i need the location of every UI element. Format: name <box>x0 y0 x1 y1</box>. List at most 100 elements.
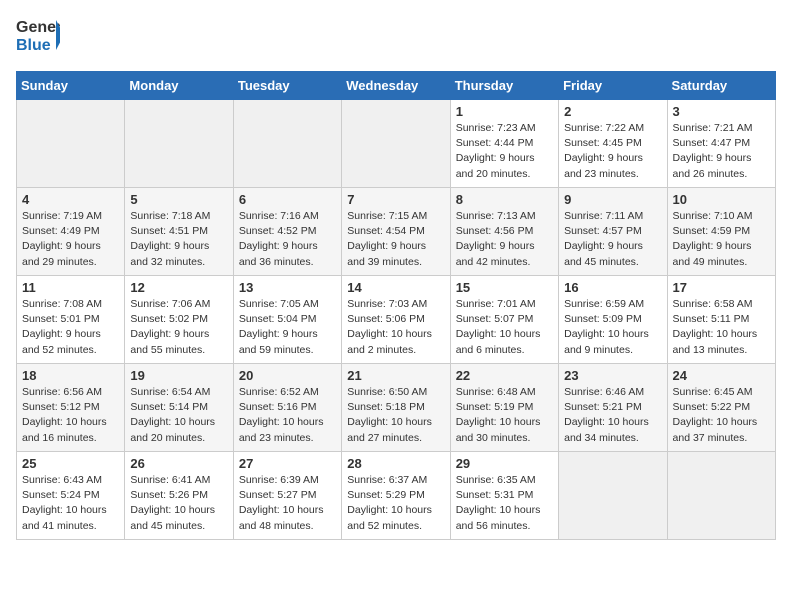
day-info: Sunrise: 6:35 AM Sunset: 5:31 PM Dayligh… <box>456 473 553 534</box>
calendar-cell: 10 Sunrise: 7:10 AM Sunset: 4:59 PM Dayli… <box>667 188 775 276</box>
day-number: 25 <box>22 456 119 471</box>
day-number: 20 <box>239 368 336 383</box>
calendar-table: SundayMondayTuesdayWednesdayThursdayFrid… <box>16 71 776 540</box>
day-number: 3 <box>673 104 770 119</box>
day-number: 26 <box>130 456 227 471</box>
day-info: Sunrise: 6:59 AM Sunset: 5:09 PM Dayligh… <box>564 297 661 358</box>
calendar-cell: 20 Sunrise: 6:52 AM Sunset: 5:16 PM Dayli… <box>233 364 341 452</box>
calendar-cell: 29Sunrise: 6:35 AM Sunset: 5:31 PM Dayli… <box>450 452 558 540</box>
day-info: Sunrise: 6:54 AM Sunset: 5:14 PM Dayligh… <box>130 385 227 446</box>
calendar-cell <box>559 452 667 540</box>
day-number: 5 <box>130 192 227 207</box>
day-info: Sunrise: 7:10 AM Sunset: 4:59 PM Dayligh… <box>673 209 770 270</box>
day-info: Sunrise: 7:23 AM Sunset: 4:44 PM Dayligh… <box>456 121 553 182</box>
weekday-header-friday: Friday <box>559 72 667 100</box>
day-number: 18 <box>22 368 119 383</box>
day-number: 28 <box>347 456 444 471</box>
weekday-header-monday: Monday <box>125 72 233 100</box>
day-number: 13 <box>239 280 336 295</box>
calendar-cell <box>17 100 125 188</box>
weekday-header-wednesday: Wednesday <box>342 72 450 100</box>
day-info: Sunrise: 6:56 AM Sunset: 5:12 PM Dayligh… <box>22 385 119 446</box>
calendar-cell: 4 Sunrise: 7:19 AM Sunset: 4:49 PM Daylig… <box>17 188 125 276</box>
weekday-header-sunday: Sunday <box>17 72 125 100</box>
day-info: Sunrise: 6:50 AM Sunset: 5:18 PM Dayligh… <box>347 385 444 446</box>
calendar-cell: 12 Sunrise: 7:06 AM Sunset: 5:02 PM Dayli… <box>125 276 233 364</box>
calendar-cell: 9Sunrise: 7:11 AM Sunset: 4:57 PM Daylig… <box>559 188 667 276</box>
calendar-cell: 1Sunrise: 7:23 AM Sunset: 4:44 PM Daylig… <box>450 100 558 188</box>
calendar-cell: 22 Sunrise: 6:48 AM Sunset: 5:19 PM Dayli… <box>450 364 558 452</box>
day-info: Sunrise: 7:19 AM Sunset: 4:49 PM Dayligh… <box>22 209 119 270</box>
day-number: 19 <box>130 368 227 383</box>
calendar-cell: 26 Sunrise: 6:41 AM Sunset: 5:26 PM Dayli… <box>125 452 233 540</box>
day-info: Sunrise: 7:05 AM Sunset: 5:04 PM Dayligh… <box>239 297 336 358</box>
day-info: Sunrise: 7:13 AM Sunset: 4:56 PM Dayligh… <box>456 209 553 270</box>
day-number: 27 <box>239 456 336 471</box>
day-info: Sunrise: 7:08 AM Sunset: 5:01 PM Dayligh… <box>22 297 119 358</box>
day-info: Sunrise: 6:43 AM Sunset: 5:24 PM Dayligh… <box>22 473 119 534</box>
calendar-cell: 24 Sunrise: 6:45 AM Sunset: 5:22 PM Dayli… <box>667 364 775 452</box>
calendar-cell: 19 Sunrise: 6:54 AM Sunset: 5:14 PM Dayli… <box>125 364 233 452</box>
week-row-5: 25 Sunrise: 6:43 AM Sunset: 5:24 PM Dayli… <box>17 452 776 540</box>
day-number: 2 <box>564 104 661 119</box>
weekday-header-tuesday: Tuesday <box>233 72 341 100</box>
week-row-2: 4 Sunrise: 7:19 AM Sunset: 4:49 PM Daylig… <box>17 188 776 276</box>
day-info: Sunrise: 7:16 AM Sunset: 4:52 PM Dayligh… <box>239 209 336 270</box>
week-row-1: 1Sunrise: 7:23 AM Sunset: 4:44 PM Daylig… <box>17 100 776 188</box>
day-info: Sunrise: 7:22 AM Sunset: 4:45 PM Dayligh… <box>564 121 661 182</box>
calendar-cell: 21Sunrise: 6:50 AM Sunset: 5:18 PM Dayli… <box>342 364 450 452</box>
page-header: General Blue <box>16 16 776 59</box>
calendar-cell: 27Sunrise: 6:39 AM Sunset: 5:27 PM Dayli… <box>233 452 341 540</box>
day-info: Sunrise: 7:06 AM Sunset: 5:02 PM Dayligh… <box>130 297 227 358</box>
calendar-cell: 15 Sunrise: 7:01 AM Sunset: 5:07 PM Dayli… <box>450 276 558 364</box>
day-number: 9 <box>564 192 661 207</box>
svg-text:Blue: Blue <box>16 37 51 54</box>
logo-icon: General Blue <box>16 16 60 59</box>
day-number: 7 <box>347 192 444 207</box>
calendar-cell <box>342 100 450 188</box>
day-number: 22 <box>456 368 553 383</box>
day-number: 4 <box>22 192 119 207</box>
week-row-4: 18 Sunrise: 6:56 AM Sunset: 5:12 PM Dayli… <box>17 364 776 452</box>
day-number: 11 <box>22 280 119 295</box>
day-number: 15 <box>456 280 553 295</box>
day-info: Sunrise: 6:45 AM Sunset: 5:22 PM Dayligh… <box>673 385 770 446</box>
week-row-3: 11 Sunrise: 7:08 AM Sunset: 5:01 PM Dayli… <box>17 276 776 364</box>
day-number: 8 <box>456 192 553 207</box>
calendar-cell: 23 Sunrise: 6:46 AM Sunset: 5:21 PM Dayli… <box>559 364 667 452</box>
calendar-cell <box>667 452 775 540</box>
calendar-cell: 3 Sunrise: 7:21 AM Sunset: 4:47 PM Daylig… <box>667 100 775 188</box>
day-info: Sunrise: 7:21 AM Sunset: 4:47 PM Dayligh… <box>673 121 770 182</box>
calendar-cell: 14 Sunrise: 7:03 AM Sunset: 5:06 PM Dayli… <box>342 276 450 364</box>
day-number: 14 <box>347 280 444 295</box>
weekday-header-thursday: Thursday <box>450 72 558 100</box>
calendar-cell: 18 Sunrise: 6:56 AM Sunset: 5:12 PM Dayli… <box>17 364 125 452</box>
calendar-cell: 2 Sunrise: 7:22 AM Sunset: 4:45 PM Daylig… <box>559 100 667 188</box>
calendar-cell: 8 Sunrise: 7:13 AM Sunset: 4:56 PM Daylig… <box>450 188 558 276</box>
calendar-cell: 28Sunrise: 6:37 AM Sunset: 5:29 PM Dayli… <box>342 452 450 540</box>
day-number: 10 <box>673 192 770 207</box>
day-info: Sunrise: 6:52 AM Sunset: 5:16 PM Dayligh… <box>239 385 336 446</box>
day-number: 23 <box>564 368 661 383</box>
day-info: Sunrise: 7:15 AM Sunset: 4:54 PM Dayligh… <box>347 209 444 270</box>
day-info: Sunrise: 6:58 AM Sunset: 5:11 PM Dayligh… <box>673 297 770 358</box>
day-number: 16 <box>564 280 661 295</box>
day-info: Sunrise: 6:41 AM Sunset: 5:26 PM Dayligh… <box>130 473 227 534</box>
day-info: Sunrise: 6:48 AM Sunset: 5:19 PM Dayligh… <box>456 385 553 446</box>
calendar-cell: 13 Sunrise: 7:05 AM Sunset: 5:04 PM Dayli… <box>233 276 341 364</box>
calendar-cell: 11 Sunrise: 7:08 AM Sunset: 5:01 PM Dayli… <box>17 276 125 364</box>
day-info: Sunrise: 7:03 AM Sunset: 5:06 PM Dayligh… <box>347 297 444 358</box>
logo: General Blue <box>16 16 64 59</box>
day-info: Sunrise: 6:46 AM Sunset: 5:21 PM Dayligh… <box>564 385 661 446</box>
day-number: 6 <box>239 192 336 207</box>
day-number: 12 <box>130 280 227 295</box>
calendar-cell: 6 Sunrise: 7:16 AM Sunset: 4:52 PM Daylig… <box>233 188 341 276</box>
calendar-cell <box>233 100 341 188</box>
svg-text:General: General <box>16 19 60 36</box>
day-number: 17 <box>673 280 770 295</box>
day-info: Sunrise: 7:01 AM Sunset: 5:07 PM Dayligh… <box>456 297 553 358</box>
day-number: 24 <box>673 368 770 383</box>
calendar-cell: 25 Sunrise: 6:43 AM Sunset: 5:24 PM Dayli… <box>17 452 125 540</box>
calendar-cell: 16 Sunrise: 6:59 AM Sunset: 5:09 PM Dayli… <box>559 276 667 364</box>
calendar-cell <box>125 100 233 188</box>
